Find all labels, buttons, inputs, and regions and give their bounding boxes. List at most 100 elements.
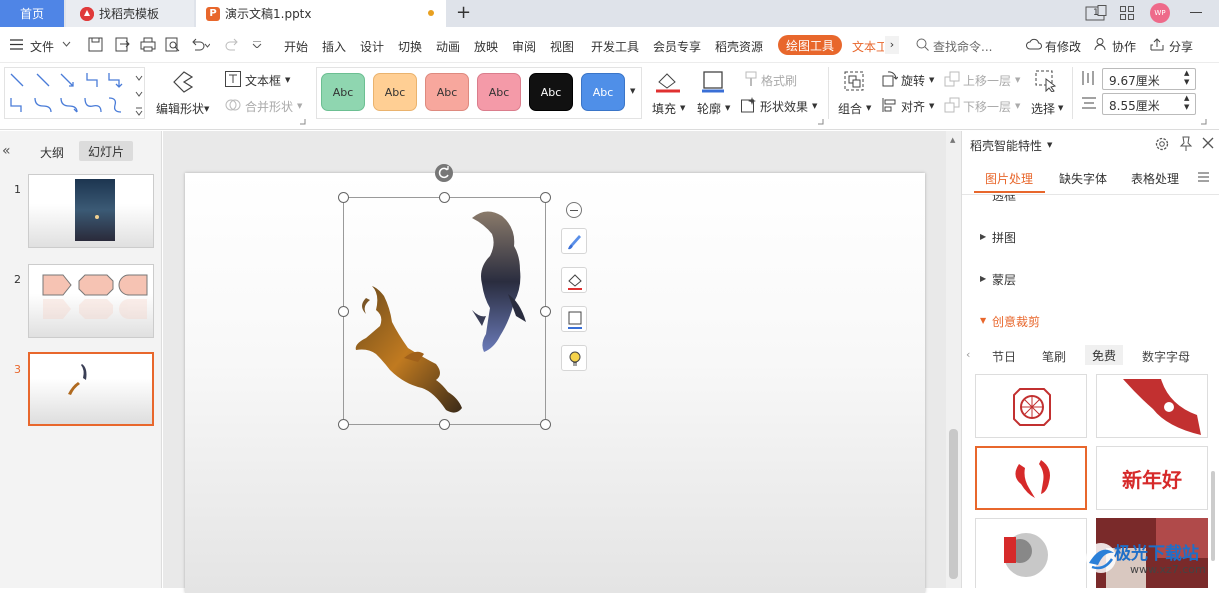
- menu-item-slideshow[interactable]: 放映: [474, 38, 498, 55]
- crop-template-card[interactable]: 新年好: [1096, 446, 1208, 510]
- undo-icon[interactable]: [190, 37, 210, 52]
- print-preview-icon[interactable]: [165, 37, 180, 52]
- apps-grid-icon[interactable]: [1120, 6, 1134, 20]
- crop-template-card[interactable]: [1096, 374, 1208, 438]
- float-ideas-button[interactable]: [561, 345, 587, 371]
- menu-item-animation[interactable]: 动画: [436, 38, 460, 55]
- picture-style-button[interactable]: [561, 228, 587, 254]
- shape-style-pink[interactable]: Abc: [477, 73, 521, 111]
- slide-thumbnail-2[interactable]: [28, 264, 154, 338]
- category-brush[interactable]: 笔刷: [1042, 348, 1066, 365]
- width-stepper-icon[interactable]: ▲ ▼: [1184, 94, 1189, 112]
- gear-icon[interactable]: [1154, 136, 1170, 152]
- menu-item-insert[interactable]: 插入: [322, 38, 346, 55]
- group-button[interactable]: 组合: [838, 100, 862, 117]
- list-item-creative-crop[interactable]: 创意裁剪: [992, 313, 1040, 330]
- menu-item-view[interactable]: 视图: [550, 38, 574, 55]
- edit-shape-button[interactable]: 编辑形状: [156, 100, 204, 117]
- resize-handle[interactable]: [338, 306, 349, 317]
- menu-icon[interactable]: [1198, 172, 1209, 182]
- crop-template-card-selected[interactable]: [975, 446, 1087, 510]
- panel-title[interactable]: 稻壳智能特性: [970, 137, 1042, 154]
- scrollbar-thumb[interactable]: [949, 429, 958, 579]
- rotate-button[interactable]: 旋转: [901, 72, 925, 89]
- shape-effect-button[interactable]: 形状效果: [760, 98, 808, 115]
- tab-text-tools[interactable]: 文本工: [852, 38, 884, 55]
- menu-file[interactable]: 文件: [30, 38, 54, 55]
- collapse-float-toolbar-icon[interactable]: [566, 202, 582, 218]
- tab-template[interactable]: 找稻壳模板: [66, 0, 194, 27]
- crop-template-card[interactable]: [975, 374, 1087, 438]
- collaborate-button[interactable]: 协作: [1112, 38, 1136, 55]
- align-button[interactable]: 对齐: [901, 98, 925, 115]
- save-icon[interactable]: [88, 37, 103, 52]
- merge-shape-button[interactable]: 合并形状: [245, 98, 293, 115]
- list-item-mask[interactable]: 蒙层: [992, 271, 1016, 288]
- crop-template-card[interactable]: [975, 518, 1087, 588]
- width-input[interactable]: 8.55厘米: [1102, 93, 1196, 115]
- menu-item-docer[interactable]: 稻壳资源: [715, 38, 763, 55]
- shape-style-orange[interactable]: Abc: [373, 73, 417, 111]
- height-input[interactable]: 9.67厘米: [1102, 68, 1196, 90]
- outline-button[interactable]: 轮廓: [697, 100, 721, 117]
- format-painter-button[interactable]: 格式刷: [761, 72, 797, 89]
- tab-table-processing[interactable]: 表格处理: [1131, 170, 1179, 187]
- modified-status-button[interactable]: 有修改: [1045, 38, 1081, 55]
- send-backward-button[interactable]: 下移一层: [963, 98, 1011, 115]
- new-tab-button[interactable]: +: [456, 2, 471, 23]
- share-button[interactable]: 分享: [1169, 38, 1193, 55]
- tab-missing-fonts[interactable]: 缺失字体: [1059, 170, 1107, 187]
- redo-icon[interactable]: [225, 37, 240, 52]
- hamburger-icon[interactable]: [10, 39, 23, 50]
- shape-style-salmon[interactable]: Abc: [425, 73, 469, 111]
- slide-thumbnail-3[interactable]: [28, 352, 154, 426]
- category-free[interactable]: 免费: [1085, 345, 1123, 365]
- float-outline-button[interactable]: [561, 306, 587, 332]
- customize-toolbar-icon[interactable]: [252, 41, 262, 48]
- menu-item-transition[interactable]: 切换: [398, 38, 422, 55]
- tab-slides[interactable]: 幻灯片: [79, 141, 133, 161]
- textbox-button[interactable]: 文本框: [245, 72, 281, 89]
- menu-item-member[interactable]: 会员专享: [653, 38, 701, 55]
- avatar[interactable]: WP: [1150, 3, 1170, 23]
- menu-item-developer[interactable]: 开发工具: [591, 38, 639, 55]
- resize-handle[interactable]: [439, 192, 450, 203]
- select-button[interactable]: 选择: [1031, 100, 1055, 117]
- resize-handle[interactable]: [540, 192, 551, 203]
- collapse-panel-icon[interactable]: «: [2, 143, 11, 159]
- expand-corner-icon[interactable]: [818, 119, 824, 125]
- current-slide[interactable]: [185, 173, 925, 593]
- resize-handle[interactable]: [338, 419, 349, 430]
- slide-thumbnail-1[interactable]: [28, 174, 154, 248]
- tab-document[interactable]: P 演示文稿1.pptx: [196, 0, 446, 27]
- chevron-down-icon[interactable]: [62, 41, 71, 47]
- shape-style-blue[interactable]: Abc: [581, 73, 625, 111]
- shape-style-black[interactable]: Abc: [529, 73, 573, 111]
- line-shapes-gallery[interactable]: [4, 67, 145, 119]
- edit-shape-icon[interactable]: [170, 69, 196, 95]
- category-prev-icon[interactable]: ‹: [966, 348, 970, 361]
- export-pdf-icon[interactable]: [115, 37, 130, 52]
- multi-window-icon[interactable]: 1: [1085, 5, 1107, 21]
- minimize-icon[interactable]: [1190, 12, 1202, 13]
- resize-handle[interactable]: [540, 306, 551, 317]
- resize-handle[interactable]: [439, 419, 450, 430]
- menu-item-review[interactable]: 审阅: [512, 38, 536, 55]
- tab-outline[interactable]: 大纲: [40, 144, 64, 161]
- command-search-input[interactable]: 查找命令...: [933, 38, 992, 55]
- vertical-scrollbar[interactable]: ▲: [946, 131, 961, 588]
- resize-handle[interactable]: [540, 419, 551, 430]
- expand-corner-icon[interactable]: [300, 119, 306, 125]
- tab-drawing-tools[interactable]: 绘图工具: [778, 35, 842, 55]
- rotate-handle-icon[interactable]: [435, 164, 453, 182]
- more-tabs-chevron-icon[interactable]: ›: [885, 36, 899, 54]
- menu-item-design[interactable]: 设计: [360, 38, 384, 55]
- scroll-up-icon[interactable]: ▲: [950, 136, 955, 144]
- pin-icon[interactable]: [1179, 136, 1193, 152]
- resize-handle[interactable]: [338, 192, 349, 203]
- expand-corner-icon[interactable]: [1201, 119, 1207, 125]
- bring-forward-button[interactable]: 上移一层: [963, 72, 1011, 89]
- close-icon[interactable]: [1202, 137, 1214, 149]
- print-icon[interactable]: [140, 37, 156, 52]
- more-styles-icon[interactable]: ▼: [630, 87, 635, 95]
